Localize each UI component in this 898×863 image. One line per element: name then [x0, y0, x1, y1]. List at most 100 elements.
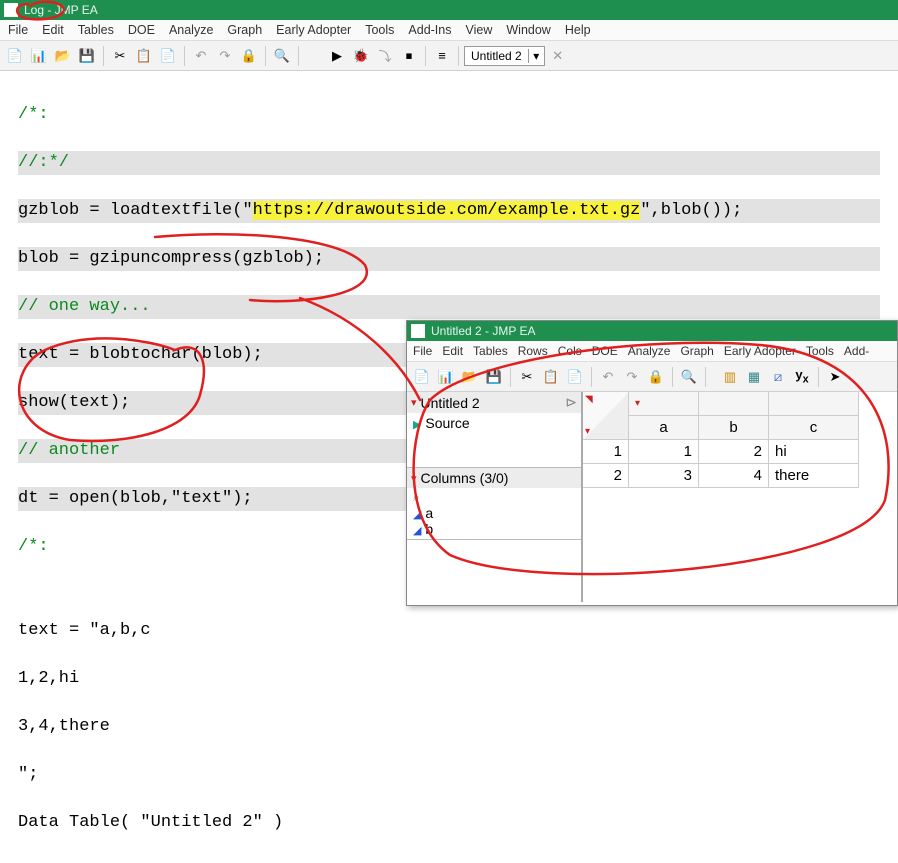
copy-icon[interactable]: 📋	[133, 45, 155, 67]
arrow-icon[interactable]: ➤	[824, 366, 846, 388]
new-dt-icon[interactable]: 📊	[28, 45, 50, 67]
menu-doe[interactable]: DOE	[592, 344, 618, 358]
app-icon	[411, 324, 425, 338]
column-item[interactable]: ◢ b	[413, 521, 575, 537]
inner-menu-bar[interactable]: File Edit Tables Rows Cols DOE Analyze G…	[407, 341, 897, 362]
cell[interactable]: 3	[629, 464, 699, 488]
menu-tools[interactable]: Tools	[806, 344, 834, 358]
code-line: text = blobtochar(blob);	[18, 345, 263, 364]
graph-icon[interactable]: ▦	[743, 366, 765, 388]
search-icon[interactable]: 🔍	[678, 366, 700, 388]
menu-tables[interactable]: Tables	[78, 23, 114, 37]
code-line: dt = open(blob,"text");	[18, 489, 253, 508]
step-icon[interactable]: ⤵	[374, 45, 396, 67]
main-title: Log - JMP EA	[24, 3, 98, 17]
col-header-b[interactable]: b	[699, 416, 769, 440]
menu-view[interactable]: View	[466, 23, 493, 37]
menu-cols[interactable]: Cols	[558, 344, 582, 358]
menu-early-adopter[interactable]: Early Adopter	[724, 344, 796, 358]
paste-icon[interactable]: 📄	[564, 366, 586, 388]
fitmodel-icon[interactable]: yx	[791, 366, 813, 388]
disclosure-icon[interactable]: ▾	[411, 472, 417, 485]
dist-icon[interactable]: ▥	[719, 366, 741, 388]
disclosure-icon[interactable]: ◥	[585, 394, 593, 405]
undo-icon[interactable]: ↶	[190, 45, 212, 67]
menu-tables[interactable]: Tables	[473, 344, 508, 358]
new-icon[interactable]: 📄	[411, 366, 433, 388]
menu-addins[interactable]: Add-Ins	[408, 23, 451, 37]
new-icon[interactable]: 📄	[4, 45, 26, 67]
table-row[interactable]: 2 3 4 there	[583, 464, 897, 488]
new-dt-icon[interactable]: 📊	[435, 366, 457, 388]
code-line: blob = gzipuncompress(gzblob);	[18, 249, 324, 268]
menu-edit[interactable]: Edit	[42, 23, 64, 37]
toolbar-sep	[184, 46, 185, 66]
code-line: show(text);	[18, 393, 130, 412]
format-icon[interactable]: ≡	[431, 45, 453, 67]
toolbar-sep	[298, 46, 299, 66]
open-icon[interactable]: 📂	[459, 366, 481, 388]
search-icon[interactable]: 🔍	[271, 45, 293, 67]
menu-rows[interactable]: Rows	[518, 344, 548, 358]
cell[interactable]: hi	[769, 440, 859, 464]
main-menu-bar[interactable]: File Edit Tables DOE Analyze Graph Early…	[0, 20, 898, 41]
undo-icon[interactable]: ↶	[597, 366, 619, 388]
debug-icon[interactable]: 🐞	[350, 45, 372, 67]
column-item[interactable]: ◢ a	[413, 505, 575, 521]
panel-grip-icon[interactable]: ⊳	[565, 394, 577, 411]
cut-icon[interactable]: ✂	[516, 366, 538, 388]
menu-file[interactable]: File	[413, 344, 432, 358]
col-header-a[interactable]: a	[629, 416, 699, 440]
menu-help[interactable]: Help	[565, 23, 591, 37]
row-number[interactable]: 2	[583, 464, 629, 488]
grid-corner[interactable]: ◥ ▾	[583, 392, 629, 440]
open-icon[interactable]: 📂	[52, 45, 74, 67]
disclosure-icon[interactable]: ▾	[585, 426, 590, 437]
menu-early-adopter[interactable]: Early Adopter	[276, 23, 351, 37]
lock-icon[interactable]: 🔒	[238, 45, 260, 67]
disclosure-icon[interactable]: ▾	[635, 398, 640, 409]
play-icon[interactable]: ▶	[413, 419, 421, 431]
menu-edit[interactable]: Edit	[442, 344, 463, 358]
redo-icon[interactable]: ↷	[621, 366, 643, 388]
cut-icon[interactable]: ✂	[109, 45, 131, 67]
cell[interactable]: 4	[699, 464, 769, 488]
main-toolbar: 📄 📊 📂 💾 ✂ 📋 📄 ↶ ↷ 🔒 🔍 ▶ 🐞 ⤵ ⏹ ≡ Untitled…	[0, 41, 898, 71]
data-grid[interactable]: ◥ ▾ ▾ a b c 1 1	[583, 392, 897, 602]
disclosure-icon[interactable]: ▾	[411, 396, 417, 409]
columns-panel[interactable]: ▾ Columns (3/0)	[407, 468, 581, 488]
chevron-down-icon[interactable]: ▾	[528, 49, 544, 63]
cell[interactable]: 2	[699, 440, 769, 464]
columns-panel-label: Columns (3/0)	[421, 470, 509, 486]
redo-icon[interactable]: ↷	[214, 45, 236, 67]
menu-graph[interactable]: Graph	[680, 344, 713, 358]
inner-title-bar: Untitled 2 - JMP EA	[407, 321, 897, 341]
table-name-panel[interactable]: ▾ Untitled 2 ⊳	[407, 392, 581, 413]
paste-icon[interactable]: 📄	[157, 45, 179, 67]
cell[interactable]: there	[769, 464, 859, 488]
copy-icon[interactable]: 📋	[540, 366, 562, 388]
fit-icon[interactable]: ⧄	[767, 366, 789, 388]
lock-icon[interactable]: 🔒	[645, 366, 667, 388]
filter-icon[interactable]: ⌕	[413, 490, 575, 505]
table-row[interactable]: 1 1 2 hi	[583, 440, 897, 464]
stop-icon[interactable]: ⏹	[398, 45, 420, 67]
toolbar-sep	[458, 46, 459, 66]
cell[interactable]: 1	[629, 440, 699, 464]
col-header-c[interactable]: c	[769, 416, 859, 440]
menu-window[interactable]: Window	[506, 23, 550, 37]
source-script[interactable]: Source	[425, 415, 469, 431]
menu-doe[interactable]: DOE	[128, 23, 155, 37]
menu-analyze[interactable]: Analyze	[169, 23, 213, 37]
save-icon[interactable]: 💾	[483, 366, 505, 388]
run-icon[interactable]: ▶	[326, 45, 348, 67]
menu-addins[interactable]: Add-	[844, 344, 869, 358]
row-number[interactable]: 1	[583, 440, 629, 464]
menu-tools[interactable]: Tools	[365, 23, 394, 37]
menu-analyze[interactable]: Analyze	[628, 344, 671, 358]
close-win-icon[interactable]: ✕	[547, 45, 569, 67]
window-combo[interactable]: Untitled 2 ▾	[464, 46, 545, 66]
menu-file[interactable]: File	[8, 23, 28, 37]
menu-graph[interactable]: Graph	[227, 23, 262, 37]
save-icon[interactable]: 💾	[76, 45, 98, 67]
